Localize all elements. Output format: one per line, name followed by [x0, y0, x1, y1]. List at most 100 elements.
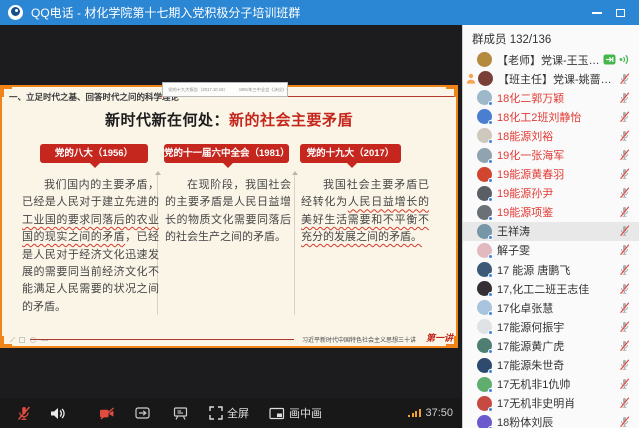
column-text: 在现阶段，我国社会的主要矛盾是人民日益增长的物质文化需要同落后的社会生产之间的矛…: [165, 177, 291, 247]
member-name: 18粉体刘辰: [497, 414, 553, 428]
rect-tool-icon: [19, 337, 25, 343]
member-row[interactable]: 王祥涛: [463, 222, 639, 241]
member-row[interactable]: 17能源朱世奇: [463, 356, 639, 375]
mic-muted-icon[interactable]: [619, 206, 630, 218]
member-name: 17化卓张慧: [497, 300, 553, 316]
share-screen-icon: [135, 407, 151, 420]
presentation-slide: 一、立足时代之基、回答时代之问的科学理论 党的十九大报告（2017.10.18）…: [0, 85, 458, 348]
pip-button[interactable]: 画中画: [269, 398, 322, 428]
mobile-online-badge: [488, 407, 493, 412]
speaking-audio-icon: [619, 54, 630, 65]
mic-muted-icon[interactable]: [619, 397, 630, 409]
members-panel-header: 群成员 132/136: [463, 25, 639, 50]
mobile-online-badge: [488, 369, 493, 374]
mobile-online-badge: [488, 120, 493, 125]
member-row[interactable]: 17 能源 唐鹏飞: [463, 260, 639, 279]
column-header-ribbon: 党的八大（1956）: [40, 144, 148, 163]
mic-muted-icon[interactable]: [619, 264, 630, 276]
member-row[interactable]: 18化工2班刘静怡: [463, 107, 639, 126]
member-row[interactable]: 17无机非史明肖: [463, 394, 639, 413]
member-avatar: [477, 148, 492, 163]
speaker-button[interactable]: [50, 398, 65, 428]
member-row[interactable]: 17,化工二班王志佳: [463, 279, 639, 298]
member-avatar: [477, 205, 492, 220]
mic-muted-icon[interactable]: [619, 283, 630, 295]
share-screen-button[interactable]: [135, 398, 151, 428]
mic-muted-icon[interactable]: [619, 321, 630, 333]
member-row[interactable]: 解子雯: [463, 241, 639, 260]
member-row[interactable]: 18化二郭万颖: [463, 88, 639, 107]
member-avatar: [477, 300, 492, 315]
mic-muted-icon[interactable]: [619, 92, 630, 104]
call-timer: 37:50: [426, 407, 454, 419]
member-avatar: [477, 396, 492, 411]
member-row[interactable]: 18能源刘裕: [463, 126, 639, 145]
mic-muted-icon[interactable]: [619, 340, 630, 352]
mic-muted-icon[interactable]: [619, 359, 630, 371]
member-list: 【老师】党课-王玉老师【班主任】党课-姚蔷蔷4... 18化二郭万颖18化工2班刘…: [463, 50, 639, 428]
column-header-ribbon: 党的十九大（2017）: [300, 144, 401, 163]
member-row[interactable]: 17能源黄广虎: [463, 336, 639, 355]
mobile-online-badge: [488, 139, 493, 144]
member-row[interactable]: 19化一张海军: [463, 145, 639, 164]
member-row[interactable]: 19能源黄春羽: [463, 165, 639, 184]
member-avatar: [477, 224, 492, 239]
minimize-button[interactable]: [592, 12, 602, 14]
column-header-ribbon: 党的十一届六中全会（1981）: [164, 144, 289, 163]
mic-muted-icon[interactable]: [619, 225, 630, 237]
members-panel: 群成员 132/136 【老师】党课-王玉老师【班主任】党课-姚蔷蔷4... 18…: [462, 25, 639, 428]
picture-in-picture-icon: [269, 407, 285, 420]
footer-lecture-badge: 第一讲: [426, 331, 453, 344]
mic-muted-icon[interactable]: [619, 168, 630, 180]
member-row[interactable]: 19能源项鉴: [463, 203, 639, 222]
maximize-button[interactable]: [616, 9, 625, 17]
body-text: 我们国内的主要矛盾，已经是人民对于建立先进的: [22, 179, 159, 208]
member-name: 【老师】党课-王玉老师: [497, 52, 603, 68]
mic-muted-icon[interactable]: [619, 416, 630, 428]
body-text: ，已经是人民对于经济文化迅速发展的需要同当前经济文化不能满足人民需要的状况之间的…: [22, 231, 159, 313]
member-row[interactable]: 【班主任】党课-姚蔷蔷4...: [463, 69, 639, 88]
mic-muted-icon[interactable]: [619, 187, 630, 199]
member-name: 17能源何振宇: [497, 319, 564, 335]
member-name: 17能源朱世奇: [497, 357, 564, 373]
member-row[interactable]: 17无机非1仇帅: [463, 375, 639, 394]
member-name: 18能源刘裕: [497, 128, 553, 144]
member-avatar: [477, 415, 492, 428]
footer-series-title: 习近平新时代中国特色社会主义思想三十讲: [302, 335, 420, 344]
member-name: 王祥涛: [497, 223, 530, 239]
mute-mic-button[interactable]: [16, 398, 32, 428]
member-avatar: [477, 167, 492, 182]
slide-title: 新时代新在何处：新的社会主要矛盾: [2, 109, 456, 130]
mobile-online-badge: [488, 388, 493, 393]
whiteboard-icon: [173, 407, 189, 420]
member-avatar: [477, 358, 492, 373]
member-avatar: [477, 281, 492, 296]
camera-button[interactable]: [99, 398, 115, 428]
member-name: 18化二郭万颖: [497, 90, 564, 106]
line-tool-icon: [41, 340, 48, 341]
mic-muted-icon[interactable]: [619, 73, 630, 85]
member-avatar: [477, 377, 492, 392]
slide-note-box: 党的十九大报告（2017.10.18） 1981年三中全会《决议》中的表述: [162, 82, 288, 97]
mic-muted-icon[interactable]: [619, 130, 630, 142]
member-row[interactable]: 19能源孙尹: [463, 184, 639, 203]
mobile-online-badge: [488, 311, 493, 316]
member-row[interactable]: 【老师】党课-王玉老师: [463, 50, 639, 69]
mic-muted-icon[interactable]: [619, 244, 630, 256]
fullscreen-button[interactable]: 全屏: [209, 398, 249, 428]
member-row[interactable]: 18粉体刘辰: [463, 413, 639, 428]
member-row[interactable]: 17能源何振宇: [463, 317, 639, 336]
mic-muted-icon[interactable]: [619, 149, 630, 161]
member-name: 19能源项鉴: [497, 204, 553, 220]
body-text: 在现阶段，我国社会的主要矛盾是人民日益增长的物质文化需要同落后的社会生产之间的矛…: [165, 179, 291, 243]
mobile-online-badge: [488, 159, 493, 164]
member-avatar: [477, 90, 492, 105]
hand-raised-person-icon: [466, 73, 476, 84]
mic-muted-icon[interactable]: [619, 111, 630, 123]
member-row[interactable]: 17化卓张慧: [463, 298, 639, 317]
mic-muted-icon[interactable]: [619, 378, 630, 390]
whiteboard-button[interactable]: [173, 398, 189, 428]
mic-muted-icon[interactable]: [619, 302, 630, 314]
member-name: 17无机非1仇帅: [497, 376, 570, 392]
mobile-online-badge: [488, 349, 493, 354]
